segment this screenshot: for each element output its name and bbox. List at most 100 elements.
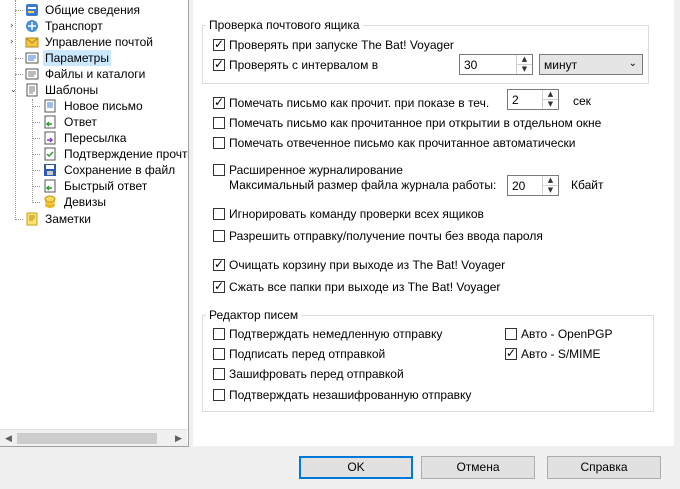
tree-connector (32, 186, 40, 187)
ignore-check-all-checkbox[interactable] (213, 208, 225, 220)
log-size-spinner[interactable]: 20 ▲ ▼ (507, 175, 559, 196)
ok-button[interactable]: OK (299, 456, 413, 479)
scroll-right-arrow-icon[interactable]: ▶ (170, 430, 187, 446)
spinner-value: 20 (512, 179, 526, 193)
mark-read-window-label: Помечать письмо как прочитанное при откр… (229, 116, 602, 130)
spinner-value: 30 (464, 58, 478, 72)
sign-before-label: Подписать перед отправкой (229, 347, 386, 361)
tree-item-label: Параметры (43, 50, 111, 66)
info-card-icon (26, 4, 38, 16)
spinner-buttons: ▲ ▼ (542, 90, 558, 109)
mark-read-spinner[interactable]: 2 ▲ ▼ (507, 89, 559, 110)
tree-item-label: Заметки (45, 212, 91, 226)
check-interval-spinner[interactable]: 30 ▲ ▼ (459, 54, 533, 75)
tree-item-label: Девизы (64, 195, 107, 209)
new-letter-icon (44, 99, 56, 113)
clear-trash-label: Очищать корзину при выходе из The Bat! V… (229, 258, 506, 272)
mottos-icon (44, 195, 56, 208)
reply-icon (44, 115, 56, 129)
tree-horizontal-scrollbar[interactable]: ◀ ▶ (0, 429, 187, 446)
mark-read-window-checkbox[interactable] (213, 117, 225, 129)
tree-connector (32, 106, 40, 107)
mark-read-unit: сек (573, 94, 591, 108)
scroll-left-arrow-icon[interactable]: ◀ (0, 430, 17, 446)
tree-connector (32, 202, 40, 203)
allow-no-password-label: Разрешить отправку/получение почты без в… (229, 229, 543, 243)
spin-up-icon[interactable]: ▲ (517, 55, 532, 65)
ext-log-label: Расширенное журналирование (229, 163, 403, 177)
ext-log-checkbox[interactable] (213, 164, 225, 176)
auto-smime-checkbox[interactable] (505, 346, 517, 360)
tree-connector (15, 219, 23, 220)
forward-icon (44, 131, 56, 145)
spinner-buttons: ▲ ▼ (542, 176, 558, 195)
tree-item-label: Новое письмо (64, 99, 143, 113)
save-to-file-icon (44, 164, 56, 176)
tree-item-label: Пересылка (64, 131, 127, 145)
tree-connector (32, 138, 40, 139)
collapse-icon[interactable]: ⌄ (10, 86, 18, 94)
check-on-start-label: Проверять при запуске The Bat! Voyager (229, 38, 454, 52)
spin-down-icon[interactable]: ▼ (517, 65, 532, 74)
tree-guide-line (15, 0, 16, 220)
spin-down-icon[interactable]: ▼ (543, 100, 558, 109)
cancel-button[interactable]: Отмена (421, 456, 535, 479)
help-button[interactable]: Справка (547, 456, 661, 479)
tree-connector (15, 10, 23, 11)
sign-before-checkbox[interactable] (213, 348, 225, 360)
spin-up-icon[interactable]: ▲ (543, 90, 558, 100)
confirm-send-label: Подтверждать немедленную отправку (229, 327, 443, 341)
read-confirmation-icon (44, 147, 56, 161)
tree-connector (15, 58, 23, 59)
encrypt-before-checkbox[interactable] (213, 368, 225, 380)
check-on-start-checkbox[interactable] (213, 37, 225, 51)
scrollbar-thumb[interactable] (17, 433, 157, 444)
tree-connector (32, 122, 40, 123)
auto-openpgp-label: Авто - OpenPGP (521, 327, 613, 341)
select-value: минут (544, 58, 578, 72)
tree-connector (15, 74, 23, 75)
transport-icon (26, 20, 38, 32)
group-title: Редактор писем (206, 308, 302, 322)
encrypt-before-label: Зашифровать перед отправкой (229, 367, 404, 381)
mark-read-label: Помечать письмо как прочит. при показе в… (229, 96, 490, 110)
mail-management-icon (25, 37, 39, 48)
mark-replied-label: Помечать отвеченное письмо как прочитанн… (229, 136, 576, 150)
chevron-down-icon: ⌄ (628, 58, 637, 69)
expand-icon[interactable]: › (10, 38, 18, 47)
notes-icon (26, 212, 38, 226)
tree-connector (32, 170, 40, 171)
spinner-buttons: ▲ ▼ (516, 55, 532, 74)
auto-openpgp-checkbox[interactable] (505, 328, 517, 340)
tree-item-label: Файлы и каталоги (45, 67, 146, 81)
confirm-send-checkbox[interactable] (213, 328, 225, 340)
settings-tree[interactable]: Общие сведения › Транспорт › Управление … (0, 0, 189, 447)
compress-folders-label: Сжать все папки при выходе из The Bat! V… (229, 280, 501, 294)
interval-unit-select[interactable]: минут ⌄ (539, 54, 643, 75)
tree-item-label: Сохранение в файл (64, 163, 176, 177)
check-interval-checkbox[interactable] (213, 57, 225, 71)
log-size-unit: Кбайт (571, 178, 604, 192)
tree-item-label: Быстрый ответ (64, 179, 148, 193)
settings-panel: Проверка почтового ящика Проверять при з… (193, 0, 674, 446)
mark-replied-checkbox[interactable] (213, 137, 225, 149)
compress-folders-checkbox[interactable] (213, 279, 225, 293)
parameters-icon (25, 52, 39, 64)
clear-trash-checkbox[interactable] (213, 257, 225, 271)
mark-read-checkbox[interactable] (213, 95, 225, 109)
tree-item-label: Транспорт (45, 19, 103, 33)
files-folders-icon (25, 68, 39, 80)
tree-item-label: Управление почтой (45, 35, 153, 49)
log-size-label: Максимальный размер файла журнала работы… (229, 178, 497, 192)
allow-no-password-checkbox[interactable] (213, 230, 225, 242)
check-interval-label: Проверять с интервалом в (229, 58, 379, 72)
tree-item-label: Шаблоны (45, 83, 99, 97)
spinner-value: 2 (512, 93, 519, 107)
quick-reply-icon (44, 179, 56, 193)
expand-icon[interactable]: › (10, 22, 18, 31)
confirm-unencrypted-checkbox[interactable] (213, 389, 225, 401)
group-title: Проверка почтового ящика (206, 18, 363, 32)
spin-down-icon[interactable]: ▼ (543, 186, 558, 195)
tree-item-label: Подтверждение прочте (64, 147, 189, 161)
spin-up-icon[interactable]: ▲ (543, 176, 558, 186)
